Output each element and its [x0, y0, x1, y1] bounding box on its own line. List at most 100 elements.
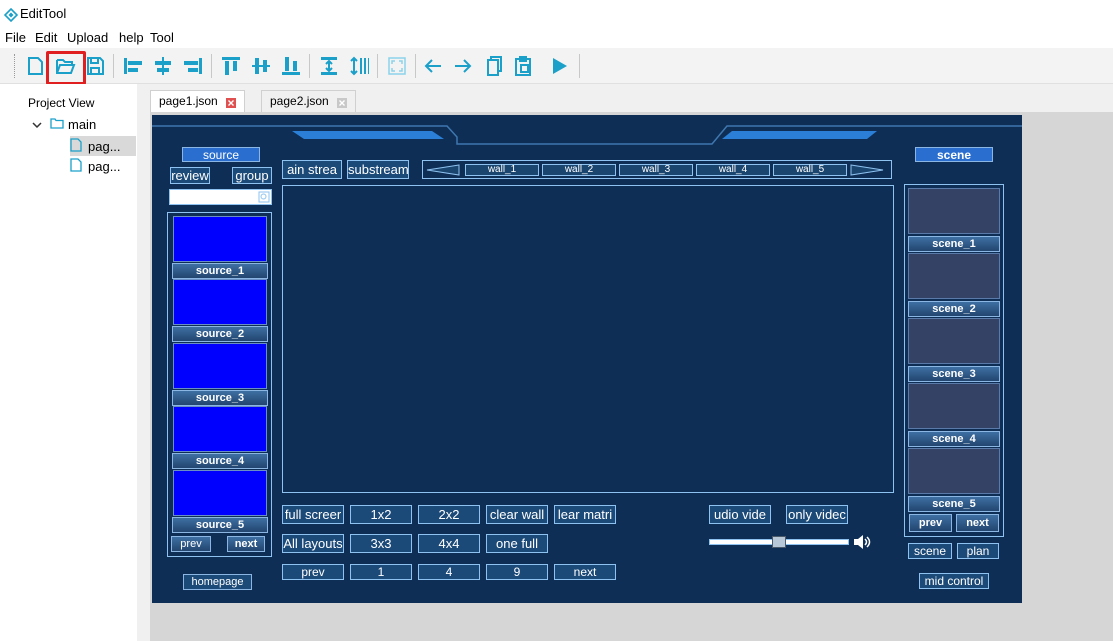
arrow-left-icon[interactable]	[420, 53, 446, 79]
preview-button[interactable]: review	[170, 167, 210, 184]
tab-page2[interactable]: page2.json	[261, 90, 357, 112]
menu-upload[interactable]: Upload	[67, 30, 108, 45]
page-next-button[interactable]: next	[554, 564, 616, 580]
plan-button[interactable]: plan	[957, 543, 999, 559]
menu-file[interactable]: File	[5, 30, 26, 45]
main-stream-button[interactable]: ain strea	[282, 160, 342, 179]
distribute-v-icon[interactable]	[346, 53, 372, 79]
volume-slider-handle[interactable]	[772, 536, 786, 548]
source-thumbnail[interactable]	[173, 216, 267, 262]
speaker-icon[interactable]	[852, 533, 872, 551]
close-icon[interactable]	[337, 97, 348, 108]
toolbar-separator	[211, 54, 212, 78]
align-left-icon[interactable]	[120, 53, 146, 79]
group-button[interactable]: group	[232, 167, 272, 184]
source-thumbnail[interactable]	[173, 343, 267, 389]
source-label[interactable]: source_1	[172, 263, 268, 279]
search-icon[interactable]	[257, 190, 271, 204]
wall-button[interactable]: wall_3	[619, 164, 693, 176]
scene-thumbnail[interactable]	[908, 383, 1000, 429]
clear-matrix-button[interactable]: lear matri	[554, 505, 616, 524]
source-next-button[interactable]: next	[227, 536, 265, 552]
scene-label[interactable]: scene_4	[908, 431, 1000, 447]
align-center-v-icon[interactable]	[248, 53, 274, 79]
scene-label[interactable]: scene_2	[908, 301, 1000, 317]
video-wall-display[interactable]	[282, 185, 894, 493]
distribute-h-icon[interactable]	[316, 53, 342, 79]
arrow-right-icon[interactable]	[450, 53, 476, 79]
scene-thumbnail[interactable]	[908, 318, 1000, 364]
source-prev-button[interactable]: prev	[171, 536, 211, 552]
align-center-h-icon[interactable]	[150, 53, 176, 79]
scene-label[interactable]: scene_1	[908, 236, 1000, 252]
scene-thumbnail[interactable]	[908, 448, 1000, 494]
fit-screen-icon[interactable]	[384, 53, 410, 79]
scene-label[interactable]: scene_5	[908, 496, 1000, 512]
full-screen-button[interactable]: full screer	[282, 505, 344, 524]
paste-icon[interactable]	[510, 53, 536, 79]
title-bar: EditTool	[0, 0, 1113, 28]
align-right-icon[interactable]	[180, 53, 206, 79]
menu-help[interactable]: help	[119, 30, 144, 45]
source-thumbnail[interactable]	[173, 279, 267, 325]
wall-button[interactable]: wall_1	[465, 164, 539, 176]
window-title: EditTool	[20, 6, 67, 21]
tree-item-page1[interactable]: pag...	[70, 136, 136, 156]
source-label[interactable]: source_3	[172, 390, 268, 406]
tree-item-page2[interactable]: pag...	[70, 156, 121, 176]
menu-edit[interactable]: Edit	[35, 30, 57, 45]
one-full-button[interactable]: one full	[486, 534, 548, 553]
only-video-button[interactable]: only videc	[786, 505, 848, 524]
audio-video-button[interactable]: udio vide	[709, 505, 771, 524]
project-view: Project View main pag... pag...	[0, 84, 137, 641]
menu-tool[interactable]: Tool	[150, 30, 174, 45]
scene-next-button[interactable]: next	[956, 514, 999, 532]
run-icon[interactable]	[546, 53, 572, 79]
app-logo-icon	[4, 8, 18, 22]
tree-item-main[interactable]: main	[32, 114, 96, 134]
layout-1x2-button[interactable]: 1x2	[350, 505, 412, 524]
source-thumbnail[interactable]	[173, 406, 267, 452]
wall-button[interactable]: wall_5	[773, 164, 847, 176]
close-icon[interactable]	[226, 97, 237, 108]
toolbar-grip[interactable]	[14, 54, 18, 78]
all-layouts-button[interactable]: All layouts	[282, 534, 344, 553]
scene-button[interactable]: scene	[908, 543, 952, 559]
align-bottom-icon[interactable]	[278, 53, 304, 79]
wall-scroll-right-icon[interactable]	[850, 164, 884, 176]
menu-bar: File Edit Upload help Tool	[0, 28, 1113, 48]
source-label[interactable]: source_4	[172, 453, 268, 469]
align-top-icon[interactable]	[218, 53, 244, 79]
page-4-button[interactable]: 4	[418, 564, 480, 580]
clear-wall-button[interactable]: clear wall	[486, 505, 548, 524]
layout-2x2-button[interactable]: 2x2	[418, 505, 480, 524]
layout-3x3-button[interactable]: 3x3	[350, 534, 412, 553]
new-file-icon[interactable]	[22, 53, 48, 79]
wall-button[interactable]: wall_4	[696, 164, 770, 176]
page-1-button[interactable]: 1	[350, 564, 412, 580]
source-label[interactable]: source_2	[172, 326, 268, 342]
tab-label: page2.json	[270, 94, 329, 108]
toolbar-separator	[415, 54, 416, 78]
copy-icon[interactable]	[480, 53, 506, 79]
source-label[interactable]: source_5	[172, 517, 268, 533]
scene-thumbnail[interactable]	[908, 188, 1000, 234]
substream-button[interactable]: substream	[347, 160, 409, 179]
open-button-highlight	[46, 51, 86, 85]
mid-control-button[interactable]: mid control	[919, 573, 989, 589]
toolbar-separator	[113, 54, 114, 78]
source-thumbnail[interactable]	[173, 470, 267, 516]
scene-thumbnail[interactable]	[908, 253, 1000, 299]
scene-label[interactable]: scene_3	[908, 366, 1000, 382]
wall-button[interactable]: wall_2	[542, 164, 616, 176]
layout-4x4-button[interactable]: 4x4	[418, 534, 480, 553]
chevron-down-icon[interactable]	[32, 117, 42, 132]
page-9-button[interactable]: 9	[486, 564, 548, 580]
wall-scroll-left-icon[interactable]	[426, 164, 460, 176]
homepage-button[interactable]: homepage	[183, 574, 252, 590]
tab-page1[interactable]: page1.json	[150, 90, 246, 112]
scene-prev-button[interactable]: prev	[909, 514, 952, 532]
toolbar-separator	[377, 54, 378, 78]
page-prev-button[interactable]: prev	[282, 564, 344, 580]
tab-bar: page1.json page2.json	[137, 84, 1113, 112]
